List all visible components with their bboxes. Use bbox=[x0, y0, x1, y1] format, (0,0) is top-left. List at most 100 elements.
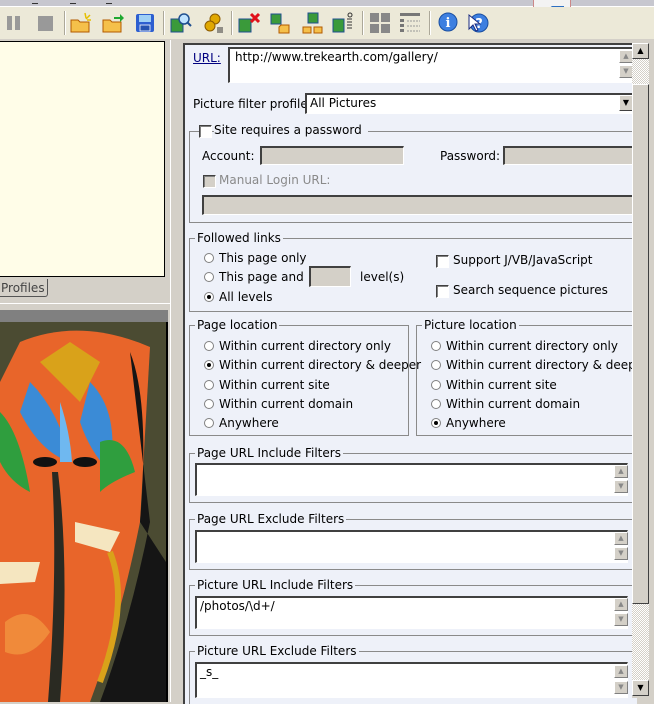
picture-exclude-scroll-up[interactable]: ▲ bbox=[614, 665, 628, 678]
picture-details-button[interactable] bbox=[330, 10, 356, 36]
filter-profile-dropdown-button[interactable]: ▼ bbox=[619, 95, 633, 111]
password-input[interactable] bbox=[503, 146, 637, 165]
menu-tick bbox=[70, 0, 76, 4]
profiles-list[interactable] bbox=[0, 41, 165, 277]
search-sequence-checkbox[interactable] bbox=[436, 285, 449, 298]
scroll-track[interactable] bbox=[632, 59, 649, 84]
page-include-scroll-up[interactable]: ▲ bbox=[614, 465, 628, 478]
menu-tick bbox=[106, 0, 112, 4]
page-url-exclude-title: Page URL Exclude Filters bbox=[195, 512, 347, 526]
picture-delete-icon bbox=[238, 12, 261, 33]
picture-move-icon bbox=[302, 12, 323, 34]
picture-copy-icon bbox=[270, 13, 290, 34]
chevron-down-icon: ▼ bbox=[622, 98, 630, 107]
search-sequence-label: Search sequence pictures bbox=[453, 283, 608, 297]
manual-login-checkbox[interactable] bbox=[203, 175, 216, 188]
settings-button[interactable] bbox=[200, 10, 226, 36]
open-folder-icon bbox=[102, 14, 124, 33]
filter-profile-select[interactable]: All Pictures bbox=[305, 93, 635, 114]
option-this-page-only: This page only bbox=[219, 251, 307, 265]
site-password-label: Site requires a password bbox=[214, 123, 368, 137]
page-location-radio[interactable] bbox=[204, 398, 214, 409]
picture-url-exclude-title: Picture URL Exclude Filters bbox=[195, 644, 359, 658]
followed-links-title: Followed links bbox=[195, 231, 283, 245]
picture-location-option-label: Within current directory only bbox=[446, 339, 618, 353]
toolbar: i ? bbox=[0, 7, 654, 39]
url-scroll-down[interactable]: ▼ bbox=[619, 65, 633, 78]
page-include-scroll-down[interactable]: ▼ bbox=[614, 480, 628, 493]
details-view-button[interactable] bbox=[397, 10, 423, 36]
form-scroll-down-button[interactable]: ▼ bbox=[632, 680, 649, 696]
url-input[interactable]: http://www.trekearth.com/gallery/ bbox=[228, 47, 634, 83]
page-location-radio[interactable] bbox=[204, 379, 214, 390]
manual-login-label: Manual Login URL: bbox=[219, 173, 331, 187]
save-icon bbox=[136, 14, 154, 32]
form-scroll-up-button[interactable]: ▲ bbox=[632, 43, 649, 59]
page-location-option-label: Within current directory & deeper bbox=[219, 358, 422, 373]
page-exclude-scroll-up[interactable]: ▲ bbox=[614, 532, 628, 545]
filter-profile-value: All Pictures bbox=[310, 96, 377, 110]
password-label: Password: bbox=[440, 149, 501, 163]
picture-preview-pane bbox=[0, 310, 168, 702]
splitter[interactable] bbox=[0, 303, 170, 304]
tab-profiles[interactable]: Profiles bbox=[0, 279, 48, 297]
vertical-splitter[interactable] bbox=[170, 40, 177, 702]
support-js-label: Support J/VB/JavaScript bbox=[453, 253, 593, 267]
scroll-track[interactable] bbox=[632, 604, 649, 680]
page-location-option-label: Within current site bbox=[219, 377, 330, 392]
gears-icon bbox=[204, 13, 223, 33]
delete-picture-button[interactable] bbox=[236, 10, 262, 36]
site-password-checkbox[interactable] bbox=[199, 125, 212, 138]
stop-button[interactable] bbox=[33, 10, 59, 36]
menu-tick bbox=[32, 0, 38, 4]
page-location-option-label: Within current directory only bbox=[219, 339, 391, 353]
picture-location-option-label: Anywhere bbox=[446, 416, 506, 431]
picture-include-scroll-down[interactable]: ▼ bbox=[614, 613, 628, 626]
new-folder-icon bbox=[70, 12, 91, 33]
manual-login-url-input[interactable] bbox=[202, 195, 637, 215]
url-link-label[interactable]: URL: bbox=[193, 51, 221, 65]
page-location-option-label: Within current domain bbox=[219, 396, 354, 411]
page-exclude-scroll-down[interactable]: ▼ bbox=[614, 547, 628, 560]
option-all-levels: All levels bbox=[219, 290, 273, 304]
pause-button[interactable] bbox=[1, 10, 27, 36]
radio-this-page-only[interactable] bbox=[204, 253, 214, 263]
new-project-button[interactable] bbox=[68, 10, 94, 36]
picture-exclude-scroll-down[interactable]: ▼ bbox=[614, 681, 628, 694]
url-value: http://www.trekearth.com/gallery/ bbox=[235, 50, 438, 64]
levels-input[interactable] bbox=[309, 266, 351, 287]
picture-url-exclude-input[interactable]: _s_ bbox=[195, 662, 628, 698]
picture-location-option-label: Within current directory & deeper bbox=[446, 358, 637, 373]
page-location-title: Page location bbox=[195, 318, 280, 332]
picture-url-include-input[interactable]: /photos/\d+/ bbox=[195, 596, 628, 629]
toolbar-separator bbox=[163, 11, 165, 35]
arrow-down-icon: ▼ bbox=[637, 683, 644, 692]
page-url-exclude-input[interactable] bbox=[195, 530, 628, 563]
account-input[interactable] bbox=[260, 146, 404, 165]
picture-location-radio[interactable] bbox=[431, 398, 441, 409]
thumbnail-view-button[interactable] bbox=[367, 10, 393, 36]
picture-include-scroll-up[interactable]: ▲ bbox=[614, 598, 628, 611]
about-button[interactable]: i bbox=[435, 10, 461, 36]
save-button[interactable] bbox=[132, 10, 158, 36]
find-pictures-button[interactable] bbox=[168, 10, 194, 36]
pause-icon bbox=[7, 16, 20, 30]
move-to-folders-button[interactable] bbox=[300, 10, 326, 36]
page-location-radio[interactable] bbox=[204, 341, 214, 351]
option-this-page-and: This page and bbox=[219, 270, 304, 284]
page-url-include-input[interactable] bbox=[195, 463, 628, 496]
picture-location-radio[interactable] bbox=[431, 379, 441, 390]
account-label: Account: bbox=[202, 149, 255, 163]
levels-suffix: level(s) bbox=[360, 270, 405, 284]
open-project-button[interactable] bbox=[100, 10, 126, 36]
url-scroll-up[interactable]: ▲ bbox=[619, 50, 633, 63]
help-button[interactable]: ? bbox=[465, 10, 491, 36]
scroll-thumb[interactable] bbox=[632, 84, 649, 604]
radio-this-page-and[interactable] bbox=[204, 272, 214, 282]
radio-all-levels[interactable] bbox=[204, 292, 214, 302]
thumbnails-icon bbox=[370, 13, 390, 33]
picture-details-icon bbox=[332, 12, 353, 33]
support-js-checkbox[interactable] bbox=[436, 255, 449, 268]
copy-to-folder-button[interactable] bbox=[268, 10, 294, 36]
picture-location-radio[interactable] bbox=[431, 341, 441, 351]
